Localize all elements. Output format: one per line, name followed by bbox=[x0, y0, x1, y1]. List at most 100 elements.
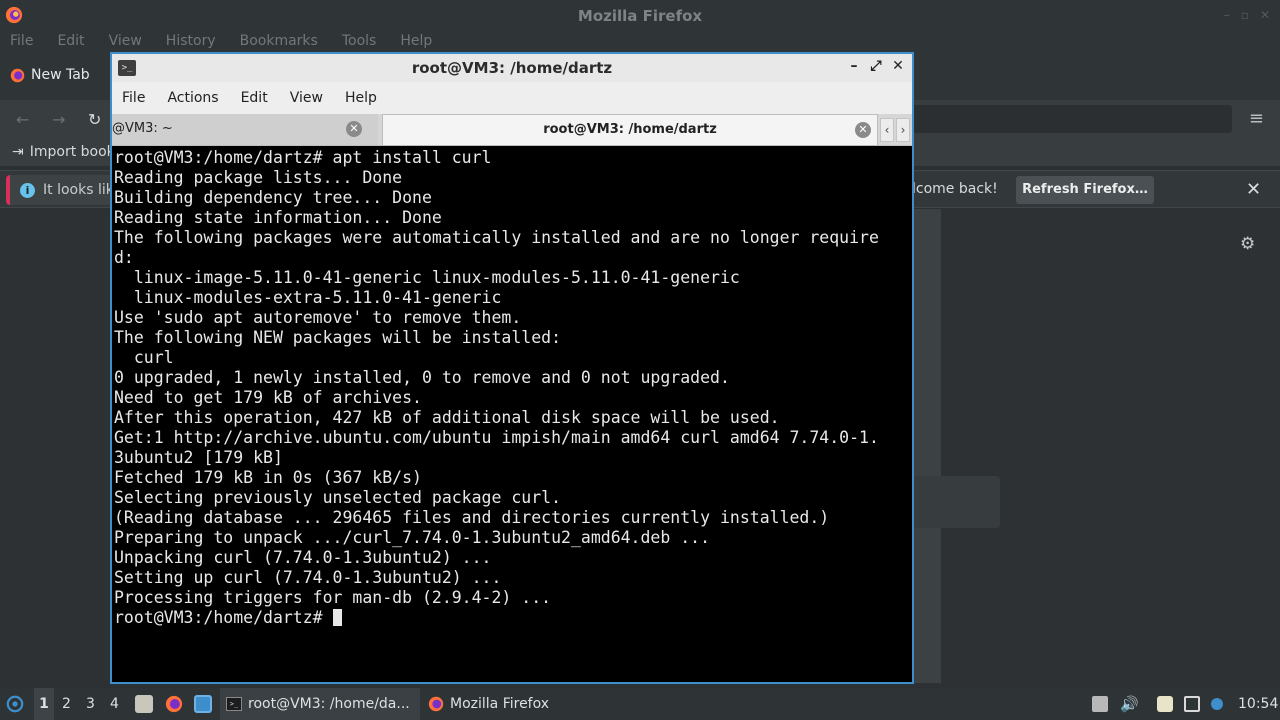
notification-text-left: It looks lik bbox=[43, 182, 114, 198]
term-menu-actions[interactable]: Actions bbox=[167, 82, 218, 114]
content-card[interactable] bbox=[910, 476, 1000, 528]
terminal-line: 0 upgraded, 1 newly installed, 0 to remo… bbox=[114, 368, 730, 387]
terminal-line: curl bbox=[114, 348, 174, 367]
terminal-tab-home[interactable]: @VM3: ~ ✕ bbox=[112, 114, 378, 145]
taskbar-item-terminal[interactable]: >_ root@VM3: /home/da... bbox=[220, 688, 420, 720]
terminal-tab-dartz[interactable]: root@VM3: /home/dartz ✕ bbox=[382, 114, 878, 145]
close-notification-icon[interactable]: ✕ bbox=[1246, 179, 1261, 200]
minimize-icon[interactable]: – bbox=[846, 58, 862, 74]
terminal-tabbar: @VM3: ~ ✕ root@VM3: /home/dartz ✕ ‹ › bbox=[112, 114, 912, 146]
terminal-line: linux-image-5.11.0-41-generic linux-modu… bbox=[114, 268, 740, 287]
network-icon[interactable] bbox=[1184, 696, 1200, 712]
terminal-line: The following packages were automaticall… bbox=[114, 228, 879, 247]
terminal-menubar: File Actions Edit View Help bbox=[112, 82, 912, 114]
clock: 10:54 bbox=[1238, 696, 1279, 712]
terminal-line: Setting up curl (7.74.0-1.3ubuntu2) ... bbox=[114, 568, 502, 587]
forward-icon[interactable]: → bbox=[52, 110, 65, 129]
taskbar-panel: 1 2 3 4 >_ root@VM3: /home/da... Mozilla… bbox=[0, 688, 1280, 720]
taskbar-item-label: root@VM3: /home/da... bbox=[248, 696, 410, 712]
terminal-line: Building dependency tree... Done bbox=[114, 188, 432, 207]
terminal-line: Get:1 http://archive.ubuntu.com/ubuntu i… bbox=[114, 428, 879, 447]
close-tab-icon[interactable]: ✕ bbox=[346, 121, 362, 137]
term-menu-edit[interactable]: Edit bbox=[241, 82, 268, 114]
minimize-icon[interactable]: – bbox=[1224, 8, 1230, 22]
firefox-logo-icon bbox=[428, 696, 444, 712]
firefox-launcher-icon[interactable] bbox=[165, 695, 183, 713]
import-icon: ⇥ bbox=[12, 144, 24, 160]
start-menu-icon[interactable] bbox=[6, 695, 24, 713]
firefox-window-title: Mozilla Firefox bbox=[577, 7, 703, 25]
terminal-line: Reading state information... Done bbox=[114, 208, 442, 227]
terminal-line: Preparing to unpack .../curl_7.74.0-1.3u… bbox=[114, 528, 711, 547]
terminal-line: Processing triggers for man-db (2.9.4-2)… bbox=[114, 588, 552, 607]
firefox-tab-new-tab[interactable]: New Tab bbox=[10, 67, 90, 83]
refresh-firefox-button[interactable]: Refresh Firefox… bbox=[1016, 176, 1154, 204]
terminal-line: Selecting previously unselected package … bbox=[114, 488, 562, 507]
terminal-line: d: bbox=[114, 248, 134, 267]
close-tab-icon[interactable]: ✕ bbox=[855, 122, 871, 138]
reload-icon[interactable]: ↻ bbox=[88, 110, 101, 129]
close-icon[interactable]: ✕ bbox=[890, 58, 906, 74]
notification-text-right: lcome back! bbox=[912, 181, 998, 197]
terminal-app-icon: >_ bbox=[226, 697, 242, 711]
ff-menu-history[interactable]: History bbox=[166, 30, 216, 54]
ff-menu-tools[interactable]: Tools bbox=[342, 30, 377, 54]
import-bookmarks-button[interactable]: ⇥ Import book bbox=[12, 144, 115, 160]
taskbar-item-firefox[interactable]: Mozilla Firefox bbox=[424, 688, 574, 720]
workspace-1[interactable]: 1 bbox=[34, 688, 54, 720]
maximize-icon[interactable]: ⤢ bbox=[868, 58, 884, 74]
file-manager-icon[interactable] bbox=[135, 695, 153, 713]
terminal-output[interactable]: root@VM3:/home/dartz# apt install curl R… bbox=[114, 148, 910, 682]
term-menu-help[interactable]: Help bbox=[345, 82, 377, 114]
chevron-right-icon[interactable]: › bbox=[896, 118, 910, 142]
show-desktop-icon[interactable] bbox=[194, 695, 212, 713]
workspace-4[interactable]: 4 bbox=[110, 688, 119, 720]
terminal-cursor bbox=[332, 609, 342, 626]
hamburger-icon[interactable]: ≡ bbox=[1249, 108, 1264, 129]
firefox-titlebar: Mozilla Firefox – ▫ ✕ bbox=[0, 0, 1280, 30]
terminal-line: After this operation, 427 kB of addition… bbox=[114, 408, 780, 427]
ff-menu-file[interactable]: File bbox=[10, 30, 33, 54]
terminal-line: Reading package lists... Done bbox=[114, 168, 403, 187]
terminal-line: 3ubuntu2 [179 kB] bbox=[114, 448, 283, 467]
workspace-3[interactable]: 3 bbox=[86, 688, 95, 720]
firefox-window-controls: – ▫ ✕ bbox=[1224, 8, 1270, 22]
content-panel bbox=[910, 209, 941, 683]
firefox-menubar: File Edit View History Bookmarks Tools H… bbox=[0, 30, 1280, 54]
terminal-window-controls: – ⤢ ✕ bbox=[846, 58, 906, 74]
tray-up-arrow-icon[interactable] bbox=[1092, 696, 1108, 712]
terminal-line: root@VM3:/home/dartz# apt install curl bbox=[114, 148, 492, 167]
terminal-line: Unpacking curl (7.74.0-1.3ubuntu2) ... bbox=[114, 548, 492, 567]
close-icon[interactable]: ✕ bbox=[1260, 8, 1270, 22]
maximize-icon[interactable]: ▫ bbox=[1241, 8, 1249, 22]
terminal-window: >_ root@VM3: /home/dartz – ⤢ ✕ File Acti… bbox=[110, 52, 914, 684]
back-icon[interactable]: ← bbox=[16, 110, 29, 129]
notification-icon[interactable] bbox=[1211, 698, 1223, 710]
terminal-prompt: root@VM3:/home/dartz# bbox=[114, 608, 333, 627]
ff-menu-view[interactable]: View bbox=[109, 30, 142, 54]
terminal-line: Need to get 179 kB of archives. bbox=[114, 388, 422, 407]
chevron-left-icon[interactable]: ‹ bbox=[880, 118, 894, 142]
terminal-line: (Reading database ... 296465 files and d… bbox=[114, 508, 830, 527]
import-bookmarks-label: Import book bbox=[29, 144, 115, 160]
terminal-line: Fetched 179 kB in 0s (367 kB/s) bbox=[114, 468, 422, 487]
gear-icon[interactable]: ⚙ bbox=[1240, 234, 1255, 254]
term-menu-file[interactable]: File bbox=[122, 82, 145, 114]
terminal-line: The following NEW packages will be insta… bbox=[114, 328, 562, 347]
url-bar[interactable] bbox=[910, 105, 1232, 133]
ff-menu-help[interactable]: Help bbox=[400, 30, 432, 54]
terminal-titlebar: >_ root@VM3: /home/dartz – ⤢ ✕ bbox=[112, 54, 912, 82]
clipboard-icon[interactable] bbox=[1157, 696, 1173, 712]
info-icon: i bbox=[20, 182, 35, 198]
terminal-line: linux-modules-extra-5.11.0-41-generic bbox=[114, 288, 502, 307]
ff-menu-edit[interactable]: Edit bbox=[57, 30, 84, 54]
firefox-tab-favicon-icon bbox=[10, 68, 25, 82]
terminal-window-title: root@VM3: /home/dartz bbox=[411, 59, 613, 77]
term-menu-view[interactable]: View bbox=[290, 82, 323, 114]
ff-menu-bookmarks[interactable]: Bookmarks bbox=[240, 30, 318, 54]
workspace-2[interactable]: 2 bbox=[62, 688, 71, 720]
firefox-tab-label: New Tab bbox=[31, 67, 90, 83]
terminal-prompt-line[interactable]: root@VM3:/home/dartz# bbox=[114, 608, 910, 628]
volume-icon[interactable]: 🔊 bbox=[1120, 688, 1139, 720]
terminal-tab-label: root@VM3: /home/dartz bbox=[543, 122, 717, 137]
